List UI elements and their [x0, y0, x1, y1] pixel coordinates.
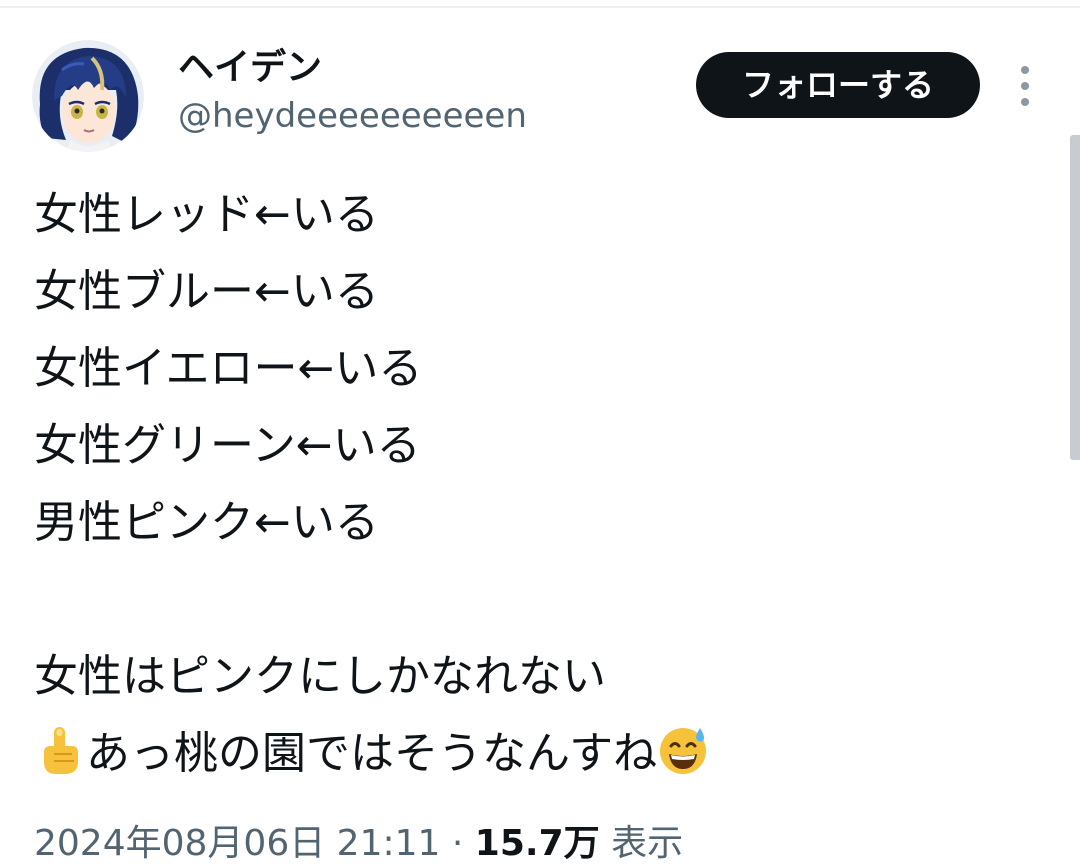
tweet-metadata: 2024年08月06日 21:11 · 15.7万 表示: [34, 818, 683, 865]
avatar[interactable]: [32, 40, 144, 152]
tweet-line: 女性ブルー←いる: [34, 266, 379, 317]
tweet-line: 女性レッド←いる: [34, 189, 379, 240]
tweet-header: ヘイデン @heydeeeeeeeeeen フォローする: [32, 40, 1048, 152]
scrollbar-thumb[interactable]: [1070, 135, 1080, 460]
tweet-text: 女性レッド←いる 女性ブルー←いる 女性イエロー←いる 女性グリーン←いる 男性…: [34, 176, 1034, 792]
views-count: 15.7万: [474, 823, 600, 864]
tweet-line: 男性ピンク←いる: [34, 497, 379, 548]
user-handle[interactable]: @heydeeeeeeeeeen: [178, 94, 527, 138]
display-name[interactable]: ヘイデン: [178, 46, 527, 90]
grinning-face-with-sweat-icon: [657, 723, 709, 775]
tweet-page: ヘイデン @heydeeeeeeeeeen フォローする 女性レッド←いる 女性…: [0, 0, 1080, 865]
tweet-line-with-emoji: あっ桃の園ではそうなんすね: [34, 715, 1034, 792]
tweet-line: 女性イエロー←いる: [34, 343, 423, 394]
tweet-line-text: あっ桃の園ではそうなんすね: [86, 728, 658, 779]
follow-button[interactable]: フォローする: [696, 52, 980, 118]
user-info: ヘイデン @heydeeeeeeeeeen: [178, 46, 527, 138]
meta-separator: ·: [451, 823, 464, 864]
avatar-illustration: [32, 40, 144, 152]
top-divider: [0, 6, 1080, 8]
index-pointing-up-icon: [34, 723, 86, 775]
tweet-timestamp[interactable]: 2024年08月06日 21:11: [34, 823, 440, 864]
views-label: 表示: [611, 823, 684, 864]
tweet-line: 女性はピンクにしかなれない: [34, 651, 606, 702]
tweet-line: 女性グリーン←いる: [34, 420, 421, 471]
more-vertical-icon[interactable]: [1010, 62, 1040, 110]
